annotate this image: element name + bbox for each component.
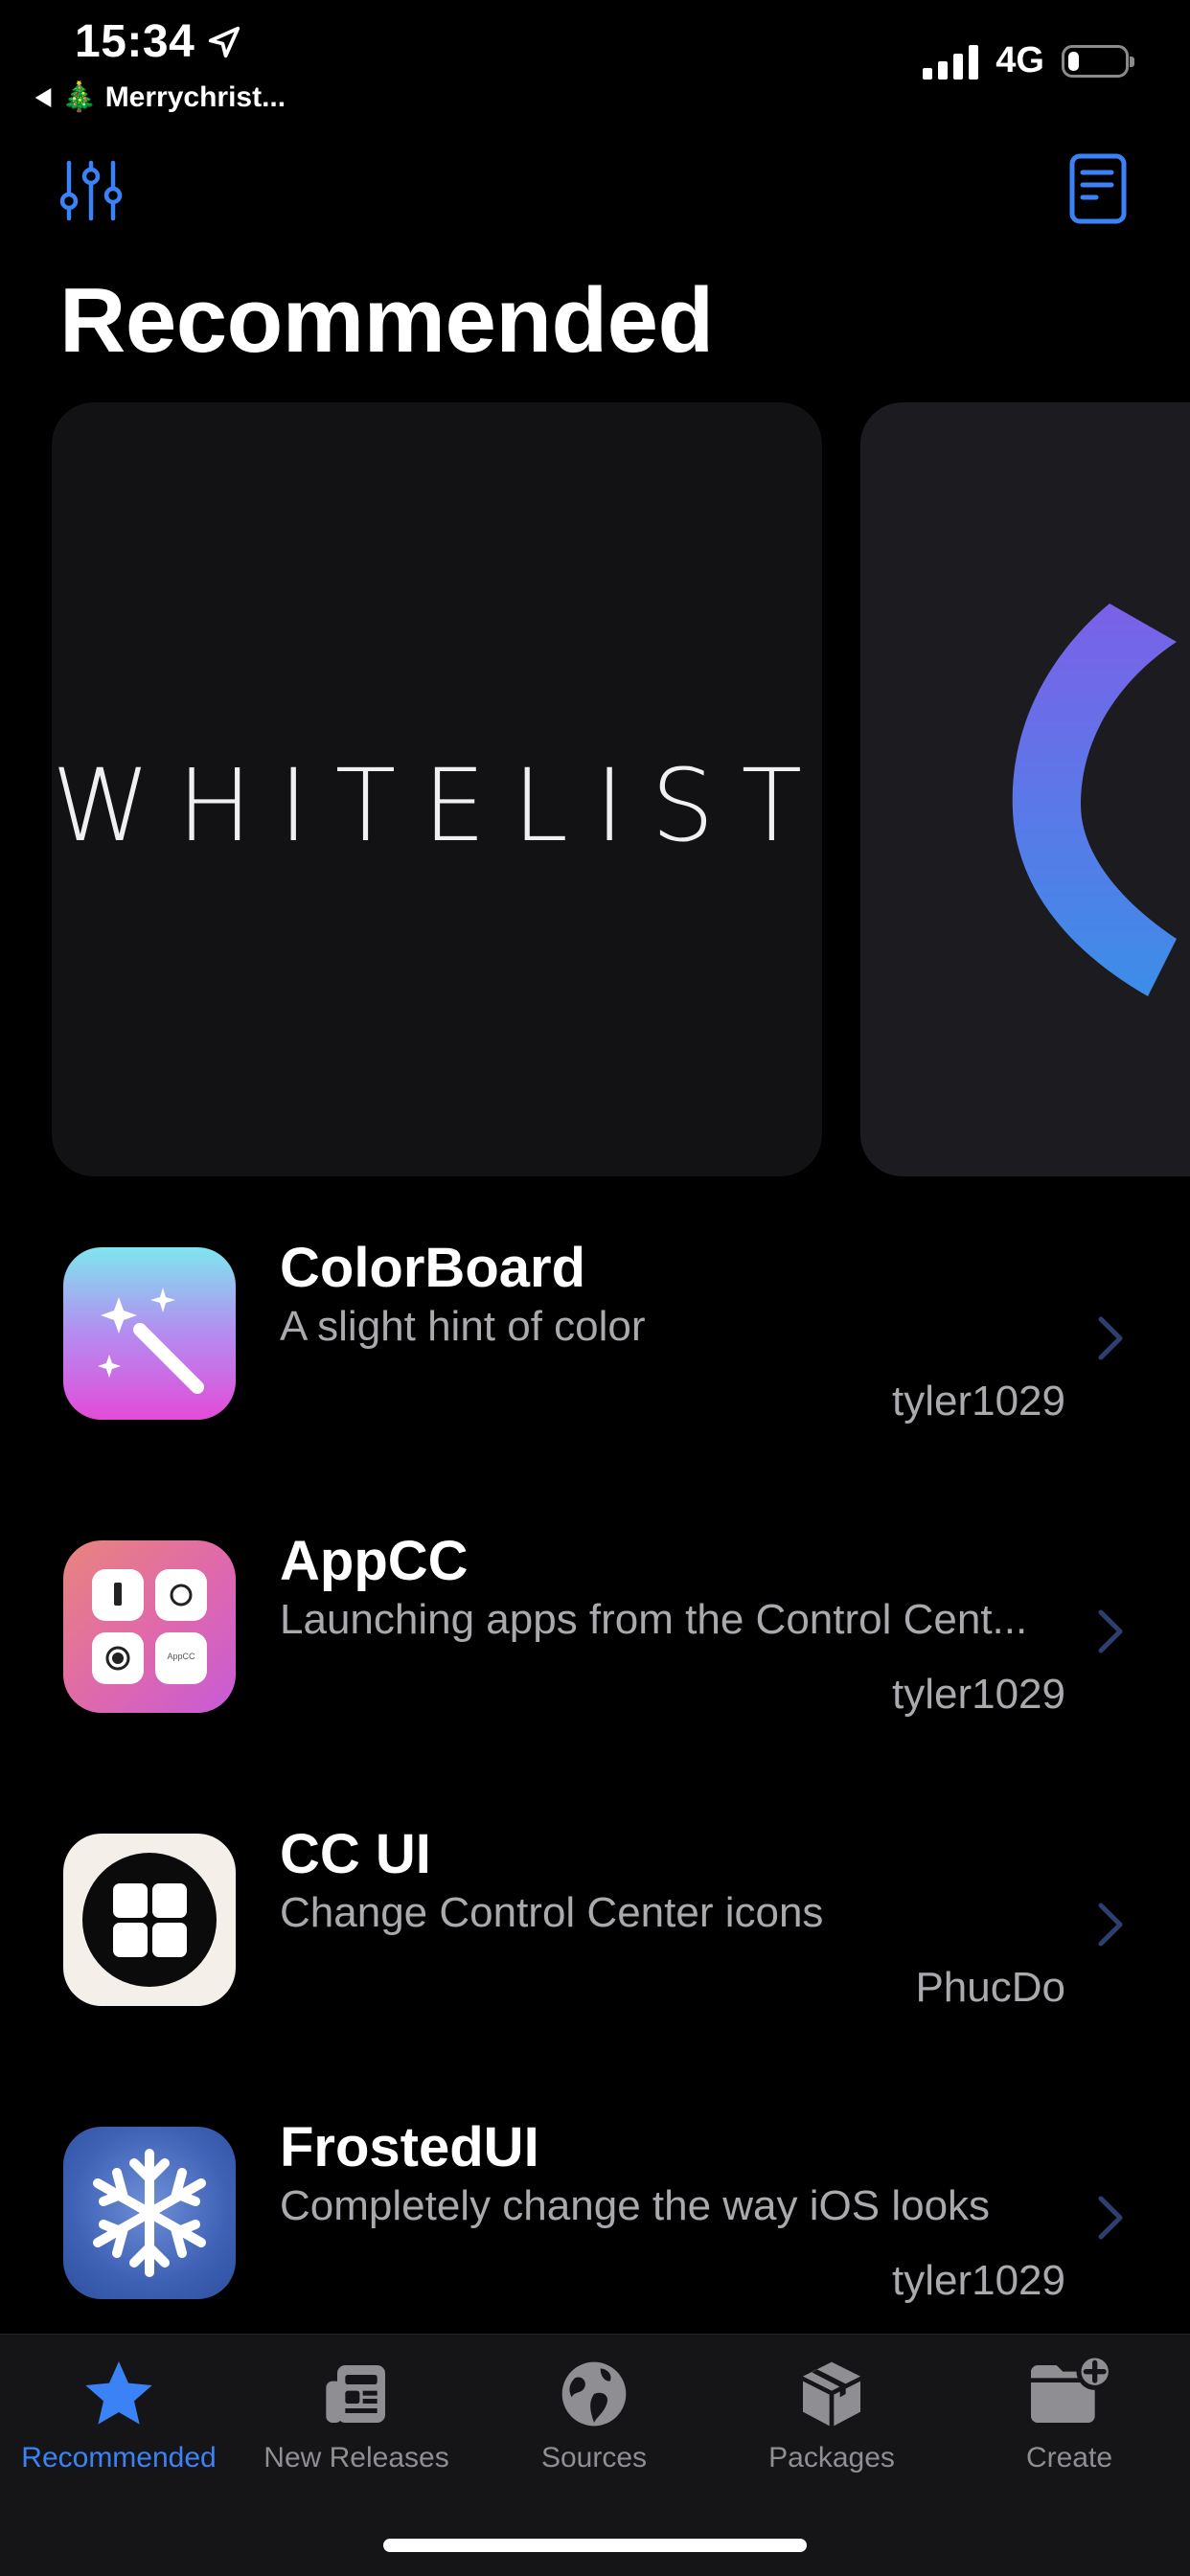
chevron-right-icon (1098, 1609, 1123, 1653)
snowflake-icon (63, 2127, 236, 2299)
filter-sliders-icon[interactable] (59, 159, 123, 222)
featured-card-next[interactable] (860, 402, 1190, 1176)
package-author: PhucDo (915, 1964, 1065, 2011)
location-arrow-icon (209, 26, 240, 57)
featured-card-whitelist[interactable]: WHITELIST (52, 402, 822, 1176)
appcc-icon-label: AppCC (167, 1652, 195, 1661)
list-item[interactable]: AppCC AppCC Launching apps from the Cont… (0, 1529, 1190, 1730)
tab-packages[interactable]: Packages (713, 2335, 950, 2478)
package-author: tyler1029 (891, 1378, 1065, 1425)
tab-label: Packages (768, 2442, 895, 2473)
list-item[interactable]: CC UI Change Control Center icons PhucDo (0, 1822, 1190, 2023)
package-description: Completely change the way iOS looks (280, 2182, 991, 2229)
network-type: 4G (995, 40, 1044, 80)
chevron-right-icon (1098, 1903, 1123, 1947)
tab-sources[interactable]: Sources (475, 2335, 713, 2478)
tab-create[interactable]: Create (950, 2335, 1188, 2478)
tab-label: Recommended (21, 2442, 217, 2473)
package-description: A slight hint of color (280, 1303, 646, 1350)
featured-logo-image (1012, 604, 1177, 996)
tab-label: New Releases (263, 2442, 449, 2473)
box-icon (803, 2361, 860, 2427)
package-description: Change Control Center icons (280, 1889, 824, 1936)
back-app-label: 🎄 Merrychrist... (61, 81, 286, 113)
back-to-app[interactable]: 🎄 Merrychrist... (34, 80, 286, 114)
clock-text: 15:34 (75, 16, 195, 67)
battery-icon (1062, 44, 1134, 78)
chevron-right-icon (1098, 1316, 1123, 1360)
grid-circle-icon (63, 1834, 236, 2006)
home-indicator[interactable] (383, 2539, 807, 2552)
tab-label: Sources (540, 2442, 648, 2473)
battery-level (1068, 51, 1079, 71)
cellular-signal-icon (923, 43, 979, 80)
package-name: FrostedUI (280, 2116, 539, 2178)
package-name: ColorBoard (280, 1237, 585, 1299)
tab-label: Create (1025, 2442, 1113, 2473)
chevron-right-icon (1098, 2196, 1123, 2240)
status-indicators: 4G (923, 40, 1134, 81)
list-item[interactable]: FrostedUI Completely change the way iOS … (0, 2115, 1190, 2316)
back-triangle-icon (34, 87, 52, 107)
package-description: Launching apps from the Control Cent... (280, 1596, 1028, 1643)
status-time: 15:34 (75, 15, 242, 68)
globe-icon (561, 2361, 627, 2427)
tab-new-releases[interactable]: New Releases (238, 2335, 475, 2478)
tab-recommended[interactable]: Recommended (0, 2335, 238, 2478)
star-icon (85, 2361, 152, 2425)
folder-plus-icon (1031, 2356, 1113, 2423)
appcc-grid-icon: AppCC (63, 1540, 236, 1713)
list-item[interactable]: ColorBoard A slight hint of color tyler1… (0, 1236, 1190, 1437)
package-author: tyler1029 (891, 1671, 1065, 1718)
document-icon[interactable] (1069, 153, 1127, 224)
magic-wand-icon (63, 1247, 236, 1420)
featured-brand-text: WHITELIST (52, 747, 822, 864)
package-author: tyler1029 (891, 2257, 1065, 2304)
package-name: AppCC (280, 1530, 469, 1592)
package-name: CC UI (280, 1823, 431, 1885)
newspaper-icon (326, 2365, 385, 2423)
page-title: Recommended (59, 269, 714, 372)
